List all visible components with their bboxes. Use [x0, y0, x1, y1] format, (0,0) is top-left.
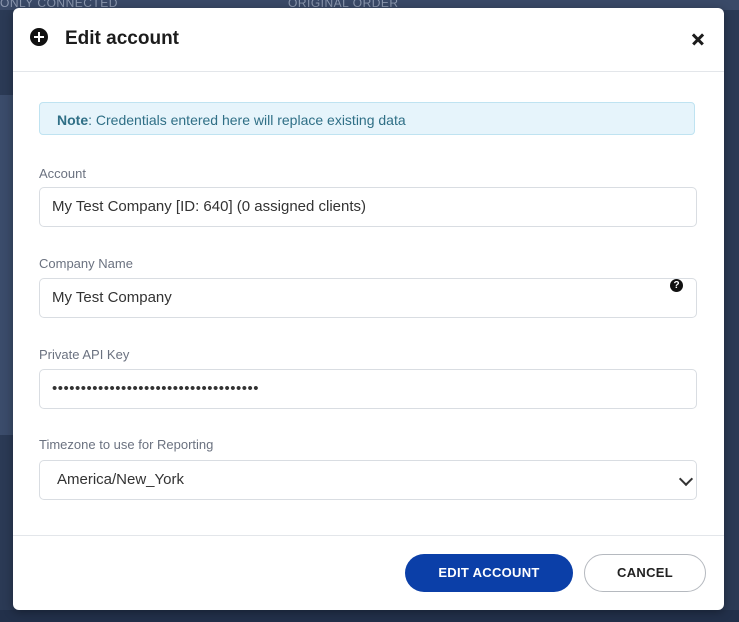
api-key-label: Private API Key — [39, 347, 130, 362]
modal-header: Edit account — [13, 8, 724, 72]
edit-account-modal: Edit account Note: Credentials entered h… — [13, 8, 724, 610]
api-key-field[interactable]: •••••••••••••••••••••••••••••••••••• — [39, 369, 697, 409]
modal-footer-divider — [13, 535, 724, 536]
timezone-label: Timezone to use for Reporting — [39, 437, 214, 452]
note-alert: Note: Credentials entered here will repl… — [39, 102, 695, 135]
edit-account-button[interactable]: EDIT ACCOUNT — [405, 554, 573, 592]
background-sidebar — [0, 95, 13, 435]
question-circle-icon[interactable]: ? — [670, 279, 683, 292]
account-field[interactable]: My Test Company [ID: 640] (0 assigned cl… — [39, 187, 697, 227]
company-name-field[interactable]: My Test Company — [39, 278, 697, 318]
modal-title: Edit account — [65, 28, 180, 49]
plus-circle-icon — [30, 28, 48, 46]
close-icon[interactable] — [687, 28, 709, 50]
cancel-button[interactable]: CANCEL — [584, 554, 706, 592]
note-text: : Credentials entered here will replace … — [88, 112, 406, 128]
background-footer — [0, 610, 739, 622]
timezone-select[interactable]: America/New_York — [39, 460, 697, 500]
account-label: Account — [39, 166, 86, 181]
note-label: Note — [57, 112, 89, 128]
company-name-label: Company Name — [39, 256, 133, 271]
